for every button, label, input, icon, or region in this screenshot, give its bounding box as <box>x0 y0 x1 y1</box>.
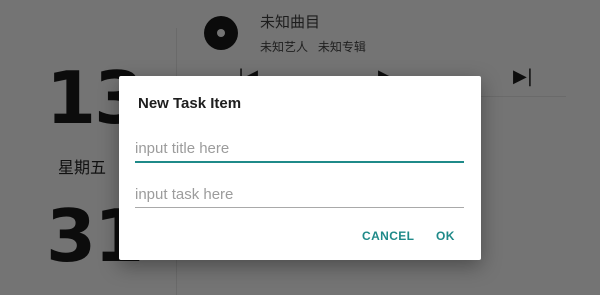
album-label: 未知专辑 <box>317 40 366 54</box>
dialog-title: New Task Item <box>138 95 242 112</box>
vinyl-disc-icon <box>204 16 238 50</box>
skip-next-icon[interactable]: ▶| <box>513 66 533 87</box>
artist-label: 未知艺人 <box>260 40 309 54</box>
song-title: 未知曲目 <box>260 13 321 31</box>
ok-button[interactable]: OK <box>436 229 455 243</box>
new-task-dialog: New Task Item CANCEL OK <box>119 76 481 260</box>
song-meta: 未知艺人 未知专辑 <box>260 38 366 55</box>
task-body-input[interactable] <box>135 186 464 208</box>
task-title-input[interactable] <box>135 140 464 163</box>
cancel-button[interactable]: CANCEL <box>362 229 414 243</box>
weekday-label: 星期五 <box>58 158 107 177</box>
